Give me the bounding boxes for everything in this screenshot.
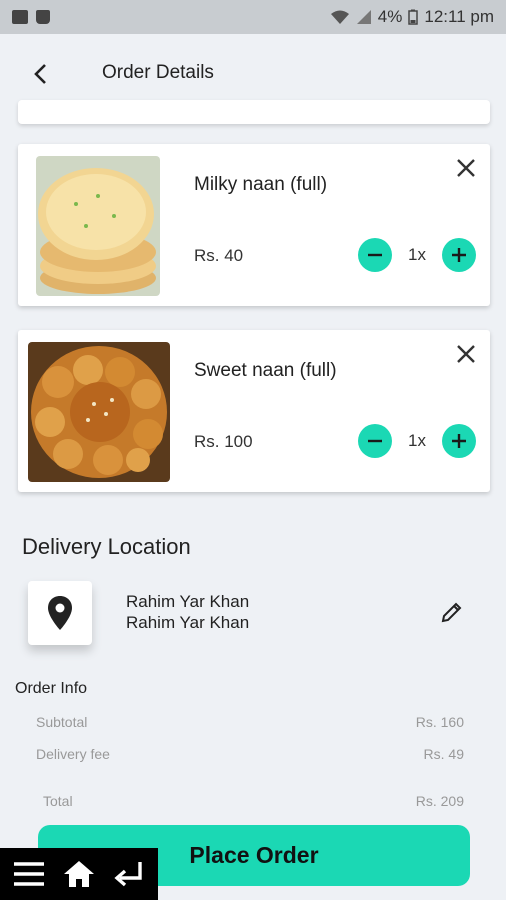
delivery-fee-label: Delivery fee — [36, 746, 110, 762]
sweet-naan-image — [28, 342, 170, 482]
delivery-fee-value: Rs. 49 — [423, 746, 464, 762]
decrease-quantity-button[interactable] — [358, 424, 392, 458]
total-value: Rs. 209 — [415, 793, 464, 809]
edit-location-button[interactable] — [440, 600, 464, 624]
quantity-value: 1x — [408, 245, 426, 264]
system-nav-bar — [0, 848, 158, 900]
item-price: Rs. 40 — [194, 246, 244, 265]
cart-item-card-partial — [18, 100, 490, 124]
page-title: Order Details — [102, 62, 214, 83]
item-name: Milky naan (full) — [194, 174, 328, 195]
total-label: Total — [43, 793, 73, 809]
plus-icon — [452, 248, 466, 262]
delivery-address-line2: Rahim Yar Khan — [126, 613, 250, 632]
menu-icon[interactable] — [12, 860, 46, 888]
battery-icon — [408, 9, 419, 25]
home-icon[interactable] — [62, 859, 96, 889]
cart-item-card: Milky naan (full) Rs. 40 1x — [18, 144, 490, 306]
subtotal-value: Rs. 160 — [415, 714, 464, 730]
minus-icon — [368, 253, 382, 257]
status-bar: 4% 12:11 pm — [0, 0, 506, 34]
back-button[interactable] — [28, 60, 52, 88]
quantity-stepper: 1x — [358, 238, 476, 272]
remove-item-button[interactable] — [454, 156, 478, 180]
increase-quantity-button[interactable] — [442, 424, 476, 458]
wifi-icon — [330, 10, 349, 24]
return-arrow-icon[interactable] — [112, 859, 146, 889]
minus-icon — [368, 439, 382, 443]
milky-naan-image — [36, 156, 160, 296]
clock: 12:11 pm — [424, 7, 494, 26]
delivery-address-line1: Rahim Yar Khan — [126, 592, 250, 611]
image-notification-icon — [12, 10, 28, 24]
item-name: Sweet naan (full) — [194, 360, 337, 381]
quantity-stepper: 1x — [358, 424, 476, 458]
order-info-title: Order Info — [15, 680, 88, 697]
plus-icon — [452, 434, 466, 448]
cart-item-card: Sweet naan (full) Rs. 100 1x — [18, 330, 490, 492]
subtotal-label: Subtotal — [36, 714, 88, 730]
back-arrow-icon — [34, 64, 46, 84]
item-price: Rs. 100 — [194, 432, 253, 451]
shopping-bag-notification-icon — [36, 10, 50, 24]
location-pin-box — [28, 581, 92, 645]
increase-quantity-button[interactable] — [442, 238, 476, 272]
location-pin-icon — [48, 596, 72, 630]
signal-icon — [356, 10, 371, 24]
remove-item-button[interactable] — [454, 342, 478, 366]
close-icon — [457, 159, 475, 177]
battery-percent: 4% — [377, 7, 403, 26]
pencil-icon — [441, 602, 462, 623]
decrease-quantity-button[interactable] — [358, 238, 392, 272]
delivery-location-title: Delivery Location — [22, 534, 191, 559]
quantity-value: 1x — [408, 431, 426, 450]
close-icon — [457, 345, 475, 363]
